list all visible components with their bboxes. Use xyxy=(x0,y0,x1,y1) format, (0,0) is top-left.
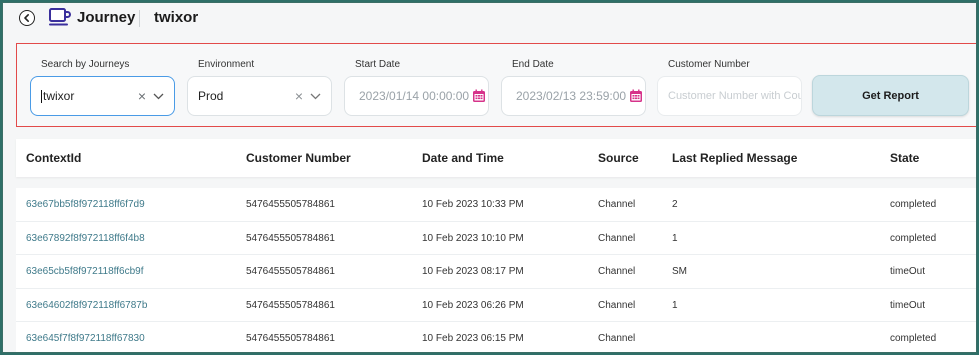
column-header-customer-number[interactable]: Customer Number xyxy=(246,151,351,165)
last-replied-cell: 2 xyxy=(672,199,678,210)
source-cell: Channel xyxy=(598,333,636,344)
column-header-state[interactable]: State xyxy=(890,151,919,165)
date-time-cell: 10 Feb 2023 10:33 PM xyxy=(422,199,524,210)
close-icon[interactable]: × xyxy=(138,88,146,104)
start-date-label: Start Date xyxy=(355,59,401,70)
column-header-source[interactable]: Source xyxy=(598,151,639,165)
state-cell: completed xyxy=(890,199,937,210)
date-time-cell: 10 Feb 2023 06:26 PM xyxy=(422,299,524,311)
state-cell: completed xyxy=(890,333,937,344)
end-date-picker[interactable]: 2023/02/13 23:59:00 xyxy=(501,76,646,116)
date-time-cell: 10 Feb 2023 06:15 PM xyxy=(422,333,524,344)
state-cell: completed xyxy=(890,232,937,244)
table-row[interactable]: 63e65cb5f8f972118ff6cb9f 547645550578486… xyxy=(16,255,976,289)
app-window: Journey twixor Search by Journeys Enviro… xyxy=(2,2,977,353)
customer-number-placeholder[interactable]: Customer Number with Country xyxy=(658,90,801,102)
date-time-cell: 10 Feb 2023 08:17 PM xyxy=(422,266,524,277)
context-id-link[interactable]: 63e645f7f8f972118ff67830 xyxy=(26,333,145,344)
source-cell: Channel xyxy=(598,232,636,244)
environment-filter-label: Environment xyxy=(198,59,255,70)
table-header: ContextId Customer Number Date and Time … xyxy=(16,139,976,177)
last-replied-cell: SM xyxy=(672,266,687,277)
journey-filter-label: Search by Journeys xyxy=(41,59,130,70)
table-body: 63e67bb5f8f972118ff6f7d9 547645550578486… xyxy=(16,188,976,352)
state-cell: timeOut xyxy=(890,299,926,311)
last-replied-cell: 1 xyxy=(672,299,678,311)
customer-number-label: Customer Number xyxy=(668,59,750,70)
context-id-link[interactable]: 63e65cb5f8f972118ff6cb9f xyxy=(26,266,144,277)
customer-number-cell: 5476455505784861 xyxy=(246,333,335,344)
calendar-icon[interactable] xyxy=(629,89,643,103)
source-cell: Channel xyxy=(598,299,636,311)
chevron-down-icon[interactable] xyxy=(310,93,321,100)
start-date-picker[interactable]: 2023/01/14 00:00:00 xyxy=(344,76,489,116)
table-row[interactable]: 63e645f7f8f972118ff67830 547645550578486… xyxy=(16,322,976,352)
start-date-value[interactable]: 2023/01/14 00:00:00 xyxy=(345,89,469,103)
customer-number-cell: 5476455505784861 xyxy=(246,199,335,210)
calendar-icon[interactable] xyxy=(472,89,486,103)
state-cell: timeOut xyxy=(890,266,926,277)
customer-number-input[interactable]: Customer Number with Country xyxy=(657,76,802,116)
context-id-link[interactable]: 63e67892f8f972118ff6f4b8 xyxy=(26,233,145,244)
journey-select[interactable]: twixor × xyxy=(30,76,175,116)
column-header-last-replied[interactable]: Last Replied Message xyxy=(672,151,797,165)
customer-number-cell: 5476455505784861 xyxy=(246,266,335,277)
get-report-button[interactable]: Get Report xyxy=(812,75,969,116)
close-icon[interactable]: × xyxy=(295,88,303,104)
back-button[interactable] xyxy=(19,10,35,26)
journey-name: twixor xyxy=(154,9,199,26)
table-row[interactable]: 63e64602f8f972118ff6787b 547645550578486… xyxy=(16,289,976,322)
column-header-date-time[interactable]: Date and Time xyxy=(422,151,504,165)
last-replied-cell: 1 xyxy=(672,232,678,244)
date-time-cell: 10 Feb 2023 10:10 PM xyxy=(422,232,524,244)
source-cell: Channel xyxy=(598,266,636,277)
journey-cup-icon xyxy=(49,8,71,26)
environment-select[interactable]: Prod × xyxy=(187,76,332,116)
environment-select-value[interactable]: Prod xyxy=(188,89,295,103)
context-id-link[interactable]: 63e67bb5f8f972118ff6f7d9 xyxy=(26,199,145,210)
filter-panel: Search by Journeys Environment Start Dat… xyxy=(16,43,976,127)
table-row[interactable]: 63e67bb5f8f972118ff6f7d9 547645550578486… xyxy=(16,188,976,222)
source-cell: Channel xyxy=(598,199,636,210)
page-header: Journey twixor xyxy=(3,3,976,33)
customer-number-cell: 5476455505784861 xyxy=(246,232,335,244)
table-row[interactable]: 63e67892f8f972118ff6f4b8 547645550578486… xyxy=(16,222,976,255)
context-id-link[interactable]: 63e64602f8f972118ff6787b xyxy=(26,300,147,311)
customer-number-cell: 5476455505784861 xyxy=(246,299,335,311)
journey-select-value[interactable]: twixor xyxy=(31,89,138,104)
page-title: Journey xyxy=(77,9,136,26)
chevron-down-icon[interactable] xyxy=(153,93,164,100)
column-header-contextid[interactable]: ContextId xyxy=(26,151,81,165)
end-date-label: End Date xyxy=(512,59,554,70)
back-arrow-icon xyxy=(24,14,29,22)
title-divider xyxy=(139,10,140,27)
end-date-value[interactable]: 2023/02/13 23:59:00 xyxy=(502,89,626,103)
